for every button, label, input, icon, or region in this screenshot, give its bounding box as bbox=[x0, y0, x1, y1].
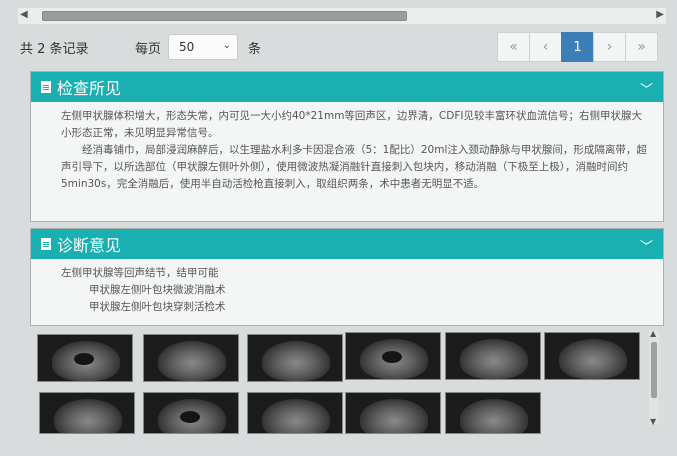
next-page-button[interactable]: › bbox=[593, 32, 626, 62]
diagnosis-text-3: 甲状腺左侧叶包块穿刺活检术 bbox=[89, 301, 226, 313]
findings-text-1: 左侧甲状腺体积增大，形态失常，内可见一大小约40*21mm等回声区，边界清，CD… bbox=[61, 110, 642, 139]
diagnosis-text-2: 甲状腺左侧叶包块微波消融术 bbox=[89, 284, 226, 296]
findings-body: 左侧甲状腺体积增大，形态失常，内可见一大小约40*21mm等回声区，边界清，CD… bbox=[31, 102, 663, 197]
vertical-scroll-thumb[interactable] bbox=[651, 342, 657, 398]
ultrasound-thumbnail[interactable] bbox=[247, 392, 343, 434]
ultrasound-thumbnail[interactable] bbox=[445, 332, 541, 380]
ultrasound-thumbnail[interactable] bbox=[39, 392, 135, 434]
chevron-down-icon[interactable]: ﹀ bbox=[640, 236, 653, 255]
ultrasound-thumbnail[interactable] bbox=[247, 334, 343, 382]
diagnosis-text-1: 左侧甲状腺等回声结节，结甲可能 bbox=[61, 267, 219, 279]
diagnosis-title: 诊断意见 bbox=[57, 236, 122, 255]
first-page-button[interactable]: « bbox=[497, 32, 530, 62]
horizontal-scrollbar[interactable]: ◀ ▶ bbox=[18, 8, 666, 24]
ultrasound-thumbnail[interactable] bbox=[37, 334, 133, 382]
prev-page-button[interactable]: ‹ bbox=[529, 32, 562, 62]
document-icon bbox=[41, 238, 51, 250]
scroll-left-arrow-icon[interactable]: ◀ bbox=[20, 9, 28, 20]
document-icon bbox=[41, 81, 51, 93]
ultrasound-thumbnail[interactable] bbox=[345, 392, 441, 434]
per-page-select[interactable]: 50 ⌄ bbox=[168, 34, 238, 60]
ultrasound-thumbnail[interactable] bbox=[445, 392, 541, 434]
findings-title: 检查所见 bbox=[57, 79, 122, 98]
findings-panel: 检查所见 ﹀ 左侧甲状腺体积增大，形态失常，内可见一大小约40*21mm等回声区… bbox=[30, 71, 664, 222]
ultrasound-thumbnail-grid bbox=[37, 330, 640, 434]
chevron-down-icon: ⌄ bbox=[222, 40, 231, 51]
last-page-button[interactable]: » bbox=[625, 32, 658, 62]
per-page-label: 每页 bbox=[135, 42, 162, 57]
ultrasound-thumbnail[interactable] bbox=[143, 392, 239, 434]
scroll-up-arrow-icon[interactable]: ▲ bbox=[650, 329, 656, 338]
pagination: « ‹ 1 › » bbox=[497, 32, 658, 62]
diagnosis-panel: 诊断意见 ﹀ 左侧甲状腺等回声结节，结甲可能 甲状腺左侧叶包块微波消融术 甲状腺… bbox=[30, 228, 664, 326]
diagnosis-body: 左侧甲状腺等回声结节，结甲可能 甲状腺左侧叶包块微波消融术 甲状腺左侧叶包块穿刺… bbox=[31, 259, 663, 320]
ultrasound-thumbnail[interactable] bbox=[544, 332, 640, 380]
records-bar: 共 2 条记录 每页 50 ⌄ 条 « ‹ 1 › » bbox=[20, 32, 670, 64]
ultrasound-thumbnail[interactable] bbox=[143, 334, 239, 382]
findings-panel-header[interactable]: 检查所见 ﹀ bbox=[31, 72, 663, 102]
chevron-down-icon[interactable]: ﹀ bbox=[640, 79, 653, 98]
findings-text-2: 经消毒铺巾，局部浸润麻醉后，以生理盐水利多卡因混合液（5：1配比）20ml注入颈… bbox=[61, 144, 647, 190]
horizontal-scroll-thumb[interactable] bbox=[42, 11, 407, 21]
diagnosis-panel-header[interactable]: 诊断意见 ﹀ bbox=[31, 229, 663, 259]
total-records-text: 共 2 条记录 bbox=[20, 42, 89, 57]
per-page-value: 50 bbox=[179, 40, 195, 54]
scroll-right-arrow-icon[interactable]: ▶ bbox=[656, 9, 664, 20]
ultrasound-thumbnail[interactable] bbox=[345, 332, 441, 380]
scroll-down-arrow-icon[interactable]: ▼ bbox=[650, 417, 656, 426]
per-page-unit: 条 bbox=[248, 42, 262, 57]
thumbnail-vertical-scrollbar[interactable]: ▲ ▼ bbox=[649, 329, 659, 426]
page-1-button[interactable]: 1 bbox=[561, 32, 594, 62]
